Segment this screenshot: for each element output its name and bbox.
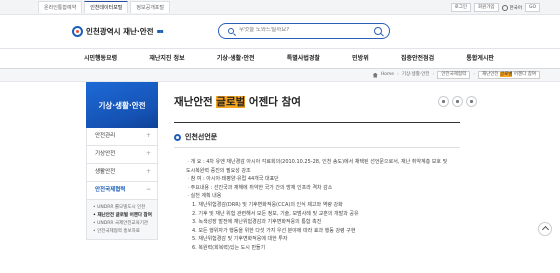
page-title: 재난안전 글로벌 어젠다 참여 [174, 94, 301, 109]
plus-icon: + [145, 132, 151, 139]
body-line-main-content: ㆍ주요내용 : 선진국과 재해에 취약한 국가 간의 방재 인프라 격차 감소 [186, 184, 333, 191]
bookmark-icon[interactable] [466, 96, 477, 107]
sidebar-item-life-safety[interactable]: 생활안전 + [86, 164, 158, 182]
submenu-item-label: 안전국제협력 홍보자료 [97, 229, 140, 234]
submenu-item-label: UNDRR 국제안전교육기관 [97, 221, 149, 226]
nav-board[interactable]: 통합게시판 [466, 49, 494, 69]
sidebar-item-label: 기상안전 [95, 151, 116, 157]
home-icon[interactable] [372, 72, 378, 78]
title-divider [174, 122, 460, 123]
breadcrumb-separator: › [397, 72, 399, 77]
action-item: 2. 기후 및 재난 위험 관련해서 모든 정보, 기술, 모범사례 및 교훈의… [192, 210, 359, 217]
submenu-item-label: 재난안전 글로벌 어젠다 참여 [97, 213, 152, 218]
page-tools [438, 96, 477, 107]
nav-citizen-guide[interactable]: 시민행동요령 [84, 49, 117, 69]
action-item: 1. 재난위험경감(DRR) 및 기후변화적응(CCA)의 인식 제고와 역량 … [192, 201, 343, 208]
nav-safety-inspection[interactable]: 집중안전점검 [401, 49, 434, 69]
breadcrumb-separator: › [473, 72, 476, 77]
declaration-body: ㆍ개 요 : 4차 유엔 재난경감 아시아 각료회의(2010.10.25-28… [186, 158, 466, 253]
action-item: 6. 복원력(회복력)있는 도시 만들기 [192, 244, 266, 251]
breadcrumb-home[interactable]: Home [381, 71, 394, 79]
plus-icon: + [145, 150, 151, 157]
search-box [218, 23, 390, 39]
print-icon[interactable] [452, 96, 463, 107]
sidebar-item-label: 안전관리 [95, 133, 116, 139]
section-title: 인천선언문 [185, 133, 218, 141]
body-line-overview-cont: 도시복원력 증진의 필요성 강조 [186, 167, 251, 174]
sidebar-title: 기상·생활·안전 [86, 82, 158, 128]
sidebar-item-safety-management[interactable]: 안전관리 + [86, 128, 158, 146]
breadcrumb-dropdown[interactable]: 안전국제협력 [437, 71, 471, 79]
nav-special-police[interactable]: 특별사법경찰 [287, 49, 320, 69]
plus-icon: + [145, 168, 151, 175]
signup-button[interactable]: 회원가입 [473, 3, 499, 12]
sidebar-submenu: • UNDRR 롤모델도시 인천 • 재난안전 글로벌 어젠다 참여 • UND… [86, 200, 158, 240]
language-go-button[interactable]: GO [524, 3, 540, 12]
breadcrumb-current-post: 어젠다 참여 [512, 72, 536, 77]
body-line-participants: ㆍ참 여 : 아시아·태평양·유럽 44개국 대표단 [186, 176, 279, 183]
sidebar-item-label: 생활안전 [95, 169, 116, 175]
main-navigation: 시민행동요령 재난지진 정보 기상·생활·안전 특별사법경찰 민방위 집중안전점… [0, 48, 560, 69]
page-title-pre: 재난안전 [174, 96, 217, 108]
circle-bullet-icon [174, 133, 181, 141]
logo-text: 인천광역시 재난·안전 [86, 27, 154, 36]
sidebar-item-weather-safety[interactable]: 기상안전 + [86, 146, 158, 164]
submenu-item-label: UNDRR 롤모델도시 인천 [97, 205, 146, 210]
action-item: 3. 녹색성장 발전에 재난위험경감과 기후변화적응의 통합 촉진 [192, 219, 322, 226]
action-item: 4. 모든 행위자가 행동을 위한 다섯 가지 우선 분야에 따라 효과 행동 … [192, 227, 356, 234]
breadcrumb-separator: › [432, 72, 435, 77]
utility-bar: 온라인통합예약 인천데이터포털 정보공개포털 로그인 회원가입 한국어 GO [0, 0, 560, 15]
utility-tabs: 온라인통합예약 인천데이터포털 정보공개포털 [38, 1, 171, 13]
language-label: 한국어 [509, 5, 522, 11]
nav-weather-life-safety[interactable]: 기상·생활·안전 [217, 49, 255, 69]
sidebar-item-international-cooperation[interactable]: 안전국제협력 − [86, 182, 158, 200]
page-title-highlight: 글로벌 [216, 96, 246, 108]
globe-icon [501, 4, 508, 11]
site-logo[interactable]: 인천광역시 재난·안전 ▪▪ [72, 26, 164, 37]
breadcrumb-current-pre: 재난안전 [482, 72, 501, 77]
utility-actions: 로그인 회원가입 한국어 GO [450, 3, 540, 12]
search-input[interactable] [239, 27, 369, 33]
site-header: 인천광역시 재난·안전 ▪▪ [0, 15, 560, 48]
page-title-post: 어젠다 참여 [245, 96, 301, 108]
login-button[interactable]: 로그인 [450, 3, 471, 12]
breadcrumb-bar: Home › 기상·생활·안전 › 안전국제협력 › 재난안전 글로벌 어젠다 … [0, 69, 560, 82]
tab-online-reservation[interactable]: 온라인통합예약 [38, 1, 83, 13]
language-select[interactable]: 한국어 [501, 4, 522, 11]
section-heading: 인천선언문 [174, 132, 217, 142]
submenu-item[interactable]: • UNDRR 롤모델도시 인천 [93, 204, 157, 212]
body-line-overview: ㆍ개 요 : 4차 유엔 재난경감 아시아 각료회의(2010.10.25-28… [186, 159, 448, 165]
nav-civil-defense[interactable]: 민방위 [352, 49, 369, 69]
submenu-item[interactable]: • 안전국제협력 홍보자료 [93, 228, 157, 236]
sidebar: 기상·생활·안전 안전관리 + 기상안전 + 생활안전 + 안전국제협력 − •… [86, 82, 158, 273]
scroll-to-top-button[interactable] [538, 222, 552, 236]
action-item: 5. 재난위험경감 및 기후변화적응에 대한 투자 [192, 236, 288, 243]
tab-info-portal[interactable]: 정보공개포털 [130, 1, 171, 13]
submenu-item[interactable]: • UNDRR 국제안전교육기관 [93, 220, 157, 228]
breadcrumb-current-highlight: 글로벌 [500, 72, 513, 77]
search-submit-icon[interactable] [374, 27, 382, 35]
section-divider [174, 147, 460, 148]
sidebar-item-label: 안전국제협력 [95, 187, 126, 193]
body-line-action-plan: ㆍ실천 계획 내용 [186, 193, 222, 200]
nav-disaster-info[interactable]: 재난지진 정보 [149, 49, 184, 69]
search-icon [228, 28, 234, 34]
tab-data-portal[interactable]: 인천데이터포털 [84, 1, 129, 13]
breadcrumb-item[interactable]: 기상·생활·안전 [402, 71, 430, 79]
incheon-logo-icon [72, 26, 83, 37]
minus-icon: − [145, 186, 151, 193]
breadcrumb: Home › 기상·생활·안전 › 안전국제협력 › 재난안전 글로벌 어젠다 … [372, 71, 540, 79]
breadcrumb-current[interactable]: 재난안전 글로벌 어젠다 참여 [478, 71, 540, 79]
submenu-item-active[interactable]: • 재난안전 글로벌 어젠다 참여 [93, 212, 157, 220]
logo-dots-icon: ▪▪ [156, 28, 164, 35]
share-icon[interactable] [438, 96, 449, 107]
